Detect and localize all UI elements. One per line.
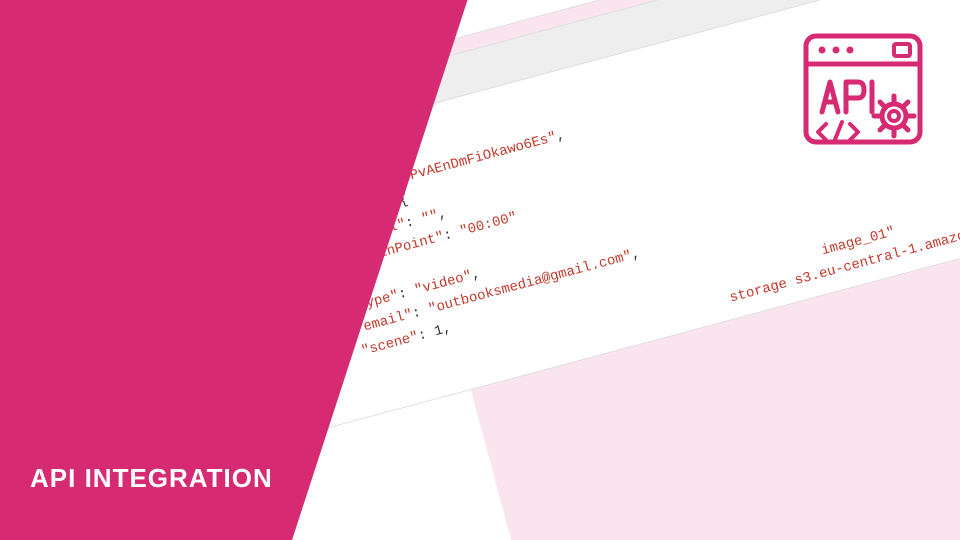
caption-text: API INTEGRATION: [30, 463, 273, 494]
stage: Render Video Example API Url: https://ap…: [0, 0, 960, 540]
api-gear-icon: [798, 24, 928, 154]
